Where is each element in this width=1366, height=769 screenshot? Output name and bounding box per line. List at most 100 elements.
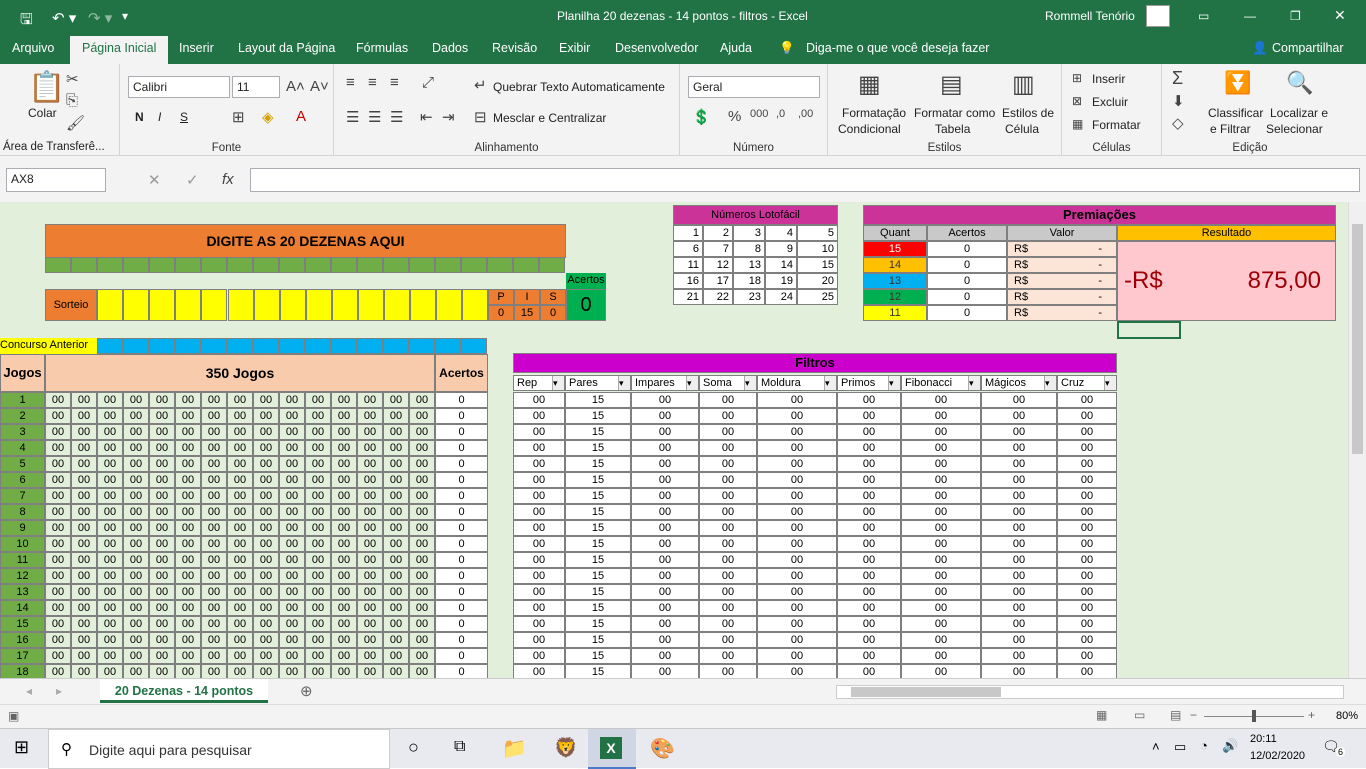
jogo-cell[interactable]: 00	[175, 648, 201, 664]
sorteio-cell[interactable]	[175, 289, 202, 321]
jogo-cell[interactable]: 00	[357, 472, 383, 488]
insert-cells-button[interactable]: Inserir	[1092, 72, 1125, 86]
jogo-cell[interactable]: 00	[227, 664, 253, 678]
jogo-cell[interactable]: 00	[279, 424, 305, 440]
dezena-input[interactable]	[149, 257, 175, 273]
filtro-cell[interactable]: 00	[1057, 568, 1117, 584]
dezena-input[interactable]	[123, 257, 149, 273]
customize-icon[interactable]: ▾	[122, 9, 128, 23]
jogo-cell[interactable]: 00	[71, 648, 97, 664]
jogo-cell[interactable]: 00	[305, 456, 331, 472]
filtro-cell[interactable]: 15	[565, 536, 631, 552]
jogo-cell[interactable]: 00	[279, 408, 305, 424]
premiacao-quant[interactable]: 14	[863, 257, 927, 273]
jogo-cell[interactable]: 00	[123, 392, 149, 408]
jogo-cell[interactable]: 00	[123, 632, 149, 648]
jogo-cell[interactable]: 00	[71, 392, 97, 408]
jogo-cell[interactable]: 00	[149, 408, 175, 424]
jogo-cell[interactable]: 00	[357, 568, 383, 584]
jogo-cell[interactable]: 00	[45, 632, 71, 648]
jogo-cell[interactable]: 00	[149, 536, 175, 552]
tell-me-box[interactable]: Diga-me o que você deseja fazer	[806, 41, 989, 55]
conditional-format-button[interactable]: Formatação	[842, 106, 906, 120]
jogo-cell[interactable]: 00	[149, 568, 175, 584]
paste-button[interactable]: Colar	[28, 106, 57, 120]
jogo-cell[interactable]: 00	[331, 552, 357, 568]
filtro-header[interactable]: Fibonacci ▾	[901, 375, 981, 391]
orientation-icon[interactable]: ⤢	[422, 74, 434, 91]
sorteio-cell[interactable]	[227, 289, 254, 321]
jogo-number[interactable]: 11	[0, 552, 45, 568]
jogo-cell[interactable]: 00	[305, 584, 331, 600]
jogo-cell[interactable]: 00	[305, 616, 331, 632]
jogo-cell[interactable]: 00	[357, 440, 383, 456]
jogo-cell[interactable]: 00	[383, 568, 409, 584]
jogo-cell[interactable]: 00	[383, 472, 409, 488]
jogo-cell[interactable]: 00	[305, 664, 331, 678]
acertos-label[interactable]: Acertos	[566, 273, 606, 289]
filtro-cell[interactable]: 00	[1057, 440, 1117, 456]
tab-revisao[interactable]: Revisão	[492, 41, 537, 55]
volume-icon[interactable]: 🔊	[1222, 738, 1238, 754]
jogo-cell[interactable]: 00	[149, 520, 175, 536]
jogo-cell[interactable]: 00	[201, 616, 227, 632]
jogo-number[interactable]: 2	[0, 408, 45, 424]
filtro-cell[interactable]: 00	[757, 552, 837, 568]
filtro-cell[interactable]: 00	[901, 504, 981, 520]
jogo-cell[interactable]: 00	[175, 632, 201, 648]
filtro-cell[interactable]: 00	[631, 488, 699, 504]
pis-header[interactable]: I	[514, 289, 540, 305]
filtro-cell[interactable]: 00	[699, 616, 757, 632]
premiacao-valor[interactable]: R$ -	[1007, 241, 1117, 257]
jogo-number[interactable]: 10	[0, 536, 45, 552]
jogo-cell[interactable]: 00	[331, 584, 357, 600]
jogo-cell[interactable]: 00	[175, 440, 201, 456]
filtro-cell[interactable]: 15	[565, 584, 631, 600]
jogo-cell[interactable]: 00	[71, 632, 97, 648]
lotofacil-number[interactable]: 16	[673, 273, 703, 289]
jogo-cell[interactable]: 00	[123, 664, 149, 678]
jogo-cell[interactable]: 00	[227, 552, 253, 568]
filtro-cell[interactable]: 00	[513, 552, 565, 568]
jogo-acertos[interactable]: 0	[435, 408, 488, 424]
dezena-input[interactable]	[435, 257, 461, 273]
jogo-cell[interactable]: 00	[357, 552, 383, 568]
jogo-cell[interactable]: 00	[227, 488, 253, 504]
jogo-cell[interactable]: 00	[305, 520, 331, 536]
close-icon[interactable]: ✕	[1334, 7, 1346, 24]
jogo-cell[interactable]: 00	[149, 424, 175, 440]
filtro-cell[interactable]: 00	[757, 440, 837, 456]
jogo-cell[interactable]: 00	[201, 488, 227, 504]
jogo-cell[interactable]: 00	[253, 440, 279, 456]
jogos-title[interactable]: 350 Jogos	[45, 354, 435, 392]
prev-sheet-icon[interactable]: ◂	[26, 684, 32, 698]
jogo-cell[interactable]: 00	[97, 424, 123, 440]
format-cells-button[interactable]: Formatar	[1092, 118, 1141, 132]
task-view-icon[interactable]: ⧉	[454, 738, 465, 756]
jogo-cell[interactable]: 00	[71, 472, 97, 488]
jogo-cell[interactable]: 00	[123, 648, 149, 664]
filtro-cell[interactable]: 00	[837, 520, 901, 536]
jogo-cell[interactable]: 00	[123, 408, 149, 424]
jogo-cell[interactable]: 00	[409, 616, 435, 632]
jogo-cell[interactable]: 00	[383, 456, 409, 472]
jogo-cell[interactable]: 00	[227, 616, 253, 632]
filtro-cell[interactable]: 00	[837, 568, 901, 584]
dezena-input[interactable]	[409, 257, 435, 273]
dezena-input[interactable]	[201, 257, 227, 273]
filtro-cell[interactable]: 00	[757, 488, 837, 504]
jogo-cell[interactable]: 00	[409, 664, 435, 678]
tab-dados[interactable]: Dados	[432, 41, 468, 55]
paste-icon[interactable]: 📋	[28, 70, 65, 105]
dezena-input[interactable]	[279, 257, 305, 273]
jogo-cell[interactable]: 00	[45, 600, 71, 616]
sorteio-cell[interactable]	[279, 289, 306, 321]
jogo-cell[interactable]: 00	[97, 520, 123, 536]
filtro-cell[interactable]: 00	[513, 520, 565, 536]
jogo-cell[interactable]: 00	[175, 488, 201, 504]
find-select-button[interactable]: Localizar e	[1270, 106, 1328, 120]
filtro-cell[interactable]: 00	[699, 424, 757, 440]
windows-start-icon[interactable]: ⊞	[14, 737, 29, 758]
jogo-cell[interactable]: 00	[305, 424, 331, 440]
lotofacil-number[interactable]: 20	[797, 273, 838, 289]
